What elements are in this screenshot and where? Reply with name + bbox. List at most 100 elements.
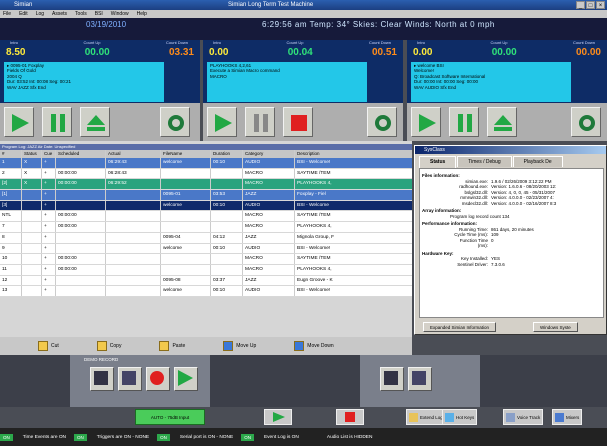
table-row[interactable]: 11 +00:00:00 MACRO PLAYHOOKS 4, bbox=[0, 264, 412, 276]
record-settings-button[interactable] bbox=[90, 367, 114, 391]
status-triggers[interactable]: ON Triggers are ON - NONE bbox=[74, 433, 149, 441]
tab-status[interactable]: Status bbox=[419, 156, 457, 168]
menu-tools[interactable]: Tools bbox=[75, 10, 87, 18]
table-row[interactable]: [3] + welcome 00:10 AUDIO BSI - Welcome bbox=[0, 200, 412, 212]
tab-playback[interactable]: Playback De bbox=[512, 156, 563, 167]
stop-button[interactable] bbox=[283, 107, 313, 137]
play-button[interactable] bbox=[207, 107, 237, 137]
record-levels-button[interactable] bbox=[118, 367, 142, 391]
eject-button[interactable] bbox=[487, 107, 517, 137]
column-header[interactable]: Category bbox=[243, 150, 295, 158]
menu-log[interactable]: Log bbox=[36, 10, 44, 18]
transport-bar-3 bbox=[407, 103, 607, 141]
menu-edit[interactable]: Edit bbox=[19, 10, 28, 18]
auto-mode-button[interactable]: AUTO - 75dB Input bbox=[135, 409, 205, 425]
deck-info-box[interactable]: ▸ 0095-01 Foxplay Fields Of Gold 2004 Q … bbox=[4, 62, 164, 102]
table-cell: PLAYHOOKS 4, bbox=[297, 266, 332, 272]
column-header[interactable]: Cue bbox=[42, 150, 56, 158]
status-event-log[interactable]: ON Event Log is ON bbox=[241, 433, 299, 441]
column-header[interactable]: Actual bbox=[106, 150, 161, 158]
play-icon bbox=[419, 114, 436, 132]
hot-keys-button[interactable]: Hot Keys bbox=[442, 409, 478, 425]
play-icon bbox=[273, 412, 285, 422]
cue-button[interactable] bbox=[571, 107, 601, 137]
table-cell: SAYTIME /TEM bbox=[297, 170, 331, 176]
record-button[interactable] bbox=[146, 367, 170, 391]
pause-icon bbox=[51, 114, 65, 132]
table-row[interactable]: 12 +0095-08 03:37 JAZZ Eugn Groove - K bbox=[0, 275, 412, 287]
microphone-icon bbox=[506, 412, 515, 422]
table-row[interactable]: 2 X +00:00:00 06:28:43 MACRO SAYTIME /TEM bbox=[0, 168, 412, 180]
cue-button[interactable] bbox=[367, 107, 397, 137]
status-time-events[interactable]: ON Time Events are ON bbox=[0, 433, 66, 441]
main-stop-button[interactable] bbox=[336, 409, 364, 425]
record-levels-button[interactable] bbox=[408, 367, 432, 391]
demo-play-button[interactable] bbox=[174, 367, 198, 391]
table-row[interactable]: 1 X +06:29:43 welcome 00:10 AUDIO BSI - Welcom… bbox=[0, 158, 412, 169]
mixer-icon bbox=[555, 412, 564, 422]
cut-button[interactable]: Cut bbox=[38, 341, 59, 351]
move-down-button[interactable]: Move Down bbox=[294, 341, 334, 351]
play-button[interactable] bbox=[411, 107, 441, 137]
table-cell: 03:37 bbox=[211, 275, 243, 286]
table-cell bbox=[211, 168, 243, 179]
menu-help[interactable]: Help bbox=[137, 10, 147, 18]
table-row[interactable]: 10 +00:00:00 MACRO SAYTIME /TEM bbox=[0, 254, 412, 265]
table-cell: welcome bbox=[161, 286, 211, 296]
deck-info-box[interactable]: PLAYHOOKS 4,2,61 Execute a Simian Macro … bbox=[207, 62, 367, 102]
status-audio-list[interactable]: Audio List is HIDDEN bbox=[327, 435, 373, 440]
table-row[interactable]: NTL +00:00:00 MACRO SAYTIME /TEM bbox=[0, 211, 412, 223]
column-header[interactable]: Duration bbox=[211, 150, 243, 158]
table-cell bbox=[106, 254, 161, 264]
column-header[interactable]: Scheduled bbox=[56, 150, 106, 158]
column-header[interactable]: FileName bbox=[161, 150, 211, 158]
move-up-button[interactable]: Move Up bbox=[223, 341, 256, 351]
menu-file[interactable]: File bbox=[3, 10, 11, 18]
record-settings-button[interactable] bbox=[380, 367, 404, 391]
tab-times-debug[interactable]: Times / Debug bbox=[457, 156, 512, 167]
pause-button[interactable] bbox=[42, 107, 72, 137]
info-line: WAV AUDIO Sfx End bbox=[414, 84, 457, 90]
date-display: 03/19/2010 bbox=[86, 20, 127, 29]
table-row[interactable]: 9 + welcome 00:10 AUDIO BSI - Welcome! bbox=[0, 243, 412, 255]
pause-button[interactable] bbox=[449, 107, 479, 137]
table-cell bbox=[106, 211, 161, 222]
intro-timer: 0.00 bbox=[413, 47, 433, 58]
play-button[interactable] bbox=[4, 107, 34, 137]
minimize-button[interactable]: _ bbox=[576, 1, 585, 9]
stop-icon bbox=[291, 115, 307, 131]
table-row[interactable]: 8 +0095-04 04:12 JAZZ Mignola Group, F bbox=[0, 232, 412, 244]
extend-log-button[interactable]: Extend Log bbox=[406, 409, 446, 425]
pause-button[interactable] bbox=[245, 107, 275, 137]
close-button[interactable]: × bbox=[596, 1, 605, 9]
table-cell: MACRO bbox=[243, 168, 295, 179]
paste-label: Paste bbox=[172, 343, 186, 349]
menu-bsi[interactable]: BSI bbox=[95, 10, 103, 18]
table-cell: + bbox=[42, 264, 56, 275]
play-icon bbox=[178, 370, 193, 386]
table-row[interactable]: 13 + welcome 00:10 AUDIO BSI - Welcome! bbox=[0, 286, 412, 297]
deck-info-box[interactable]: ▸ welcome BSI Welcome! Q: Broadcast Soft… bbox=[411, 62, 571, 102]
eject-button[interactable] bbox=[80, 107, 110, 137]
mixers-button[interactable]: Mixers bbox=[552, 409, 583, 425]
expanded-info-button[interactable]: Expanded Simian Information bbox=[423, 322, 497, 332]
paste-button[interactable]: Paste bbox=[159, 341, 185, 351]
column-header[interactable]: # bbox=[0, 150, 22, 158]
menu-window[interactable]: Window bbox=[111, 10, 129, 18]
table-cell bbox=[22, 275, 42, 286]
column-header[interactable]: Description bbox=[295, 150, 412, 158]
status-serial-port[interactable]: ON Serial port is ON - NONE bbox=[157, 433, 233, 441]
table-row[interactable]: 7 +00:00:00 MACRO PLAYHOOKS 4, bbox=[0, 222, 412, 233]
maximize-button[interactable]: □ bbox=[586, 1, 595, 9]
voice-track-button[interactable]: Voice Track bbox=[503, 409, 544, 425]
table-row[interactable]: [1] +0095-01 03:53 JAZZ Foxplay - Fiel bbox=[0, 190, 412, 201]
scissors-icon bbox=[38, 341, 48, 351]
copy-button[interactable]: Copy bbox=[96, 341, 121, 351]
table-row[interactable]: [2] X +00:00:00 06:29:52 MACRO PLAYHOOKS 4, bbox=[0, 179, 412, 191]
menu-assets[interactable]: Assets bbox=[52, 10, 67, 18]
cue-button[interactable] bbox=[160, 107, 190, 137]
table-cell: SAYTIME /TEM bbox=[297, 213, 331, 219]
main-play-button[interactable] bbox=[264, 409, 292, 425]
column-header[interactable]: Status bbox=[22, 150, 42, 158]
windows-system-button[interactable]: Windows Syste bbox=[533, 322, 578, 332]
